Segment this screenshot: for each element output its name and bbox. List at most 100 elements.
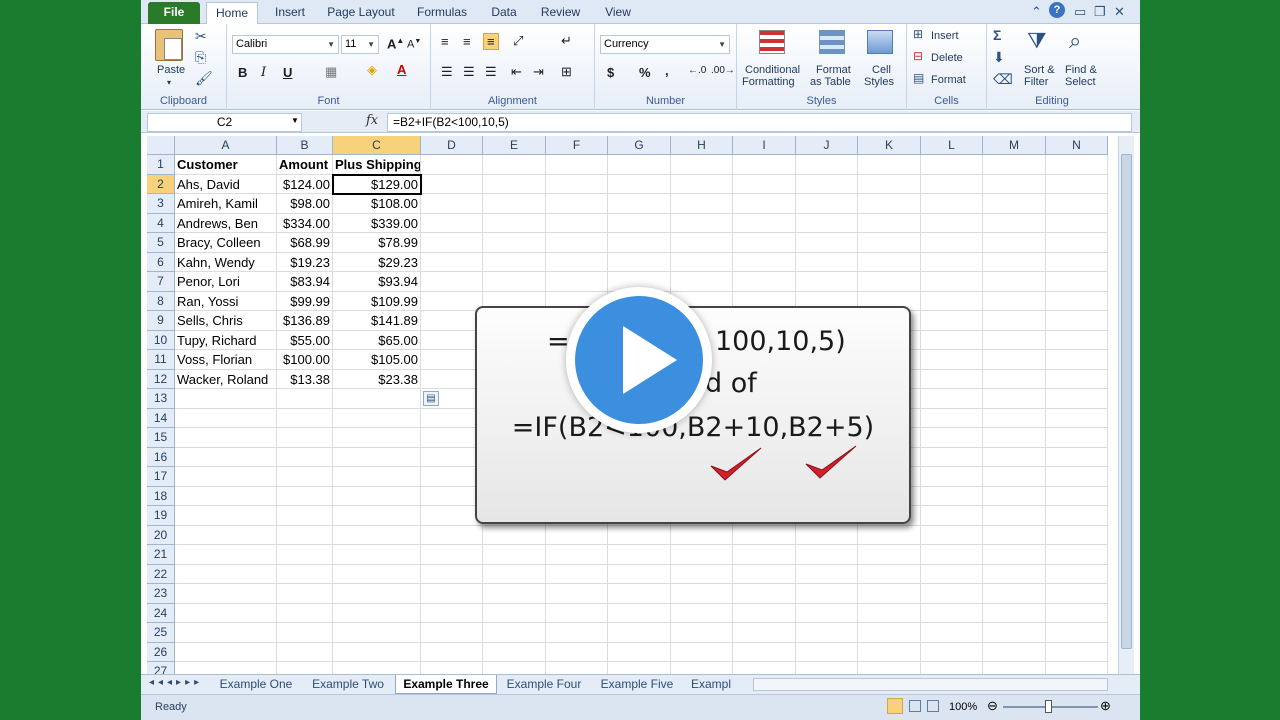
grid-cell[interactable] [921, 486, 983, 506]
decrease-indent-icon[interactable]: ⇤ [511, 64, 522, 80]
grid-cell[interactable]: $99.99 [277, 291, 333, 311]
grid-cell[interactable] [421, 291, 483, 311]
grid-cell[interactable] [333, 408, 421, 428]
grid-cell[interactable] [421, 603, 483, 623]
grid-cell[interactable] [333, 623, 421, 643]
grid-cell[interactable] [333, 603, 421, 623]
orientation-icon[interactable]: ⤢ [513, 33, 523, 49]
grid-cell[interactable] [921, 233, 983, 253]
find-select-label-2[interactable]: Select [1065, 76, 1096, 88]
row-header[interactable]: 13 [147, 389, 175, 409]
name-box[interactable]: C2 [147, 113, 302, 132]
grid-cell[interactable] [983, 389, 1046, 409]
tab-review[interactable]: Review [533, 2, 588, 24]
grid-cell[interactable] [421, 252, 483, 272]
grid-cell[interactable] [921, 428, 983, 448]
grid-cell[interactable] [546, 662, 608, 674]
grid-cell[interactable] [421, 486, 483, 506]
grid-cell[interactable] [421, 369, 483, 389]
grid-cell[interactable] [671, 194, 733, 214]
grid-cell[interactable] [421, 623, 483, 643]
row-header[interactable]: 9 [147, 311, 175, 331]
sheet-tab[interactable]: Example Five [591, 675, 683, 694]
grid-cell[interactable] [983, 486, 1046, 506]
sheet-tab[interactable]: Example Two [301, 675, 395, 694]
column-header[interactable]: F [546, 136, 608, 155]
sheet-nav-icon[interactable]: ◂◂◂▸▸▸ [149, 677, 203, 688]
grid-cell[interactable] [546, 603, 608, 623]
grid-cell[interactable] [921, 623, 983, 643]
bold-button[interactable]: B [238, 65, 247, 80]
grid-cell[interactable]: $108.00 [333, 194, 421, 214]
format-painter-icon[interactable]: 🖌 [195, 70, 213, 87]
grid-cell[interactable] [333, 506, 421, 526]
grid-cell[interactable] [796, 525, 858, 545]
align-right-icon[interactable]: ☰ [485, 64, 497, 80]
grid-cell[interactable]: Kahn, Wendy [175, 252, 277, 272]
grid-cell[interactable] [983, 408, 1046, 428]
grid-cell[interactable] [277, 467, 333, 487]
grid-cell[interactable] [608, 545, 671, 565]
minimize-icon[interactable]: ▭ [1074, 4, 1086, 20]
grid-cell[interactable] [421, 408, 483, 428]
italic-button[interactable]: I [261, 65, 266, 80]
borders-icon[interactable]: ▦ [325, 64, 337, 80]
grid-cell[interactable] [858, 272, 921, 292]
grid-cell[interactable] [333, 584, 421, 604]
grid-cell[interactable] [921, 584, 983, 604]
grid-cell[interactable]: $339.00 [333, 213, 421, 233]
column-header[interactable]: L [921, 136, 983, 155]
grid-cell[interactable] [421, 467, 483, 487]
grid-cell[interactable] [421, 662, 483, 674]
font-size-combo[interactable]: 11 ▼ [341, 35, 379, 54]
grid-cell[interactable] [483, 252, 546, 272]
tab-page-layout[interactable]: Page Layout [321, 2, 401, 24]
grid-cell[interactable] [333, 564, 421, 584]
grid-cell[interactable] [333, 545, 421, 565]
grid-cell[interactable] [608, 623, 671, 643]
grid-cell[interactable]: Amireh, Kamil [175, 194, 277, 214]
grid-cell[interactable] [277, 662, 333, 674]
grid-cell[interactable] [421, 350, 483, 370]
grid-cell[interactable] [671, 233, 733, 253]
grid-cell[interactable] [608, 564, 671, 584]
row-header[interactable]: 11 [147, 350, 175, 370]
grid-cell[interactable] [546, 584, 608, 604]
grid-cell[interactable] [277, 642, 333, 662]
grid-cell[interactable] [983, 428, 1046, 448]
grid-cell[interactable] [671, 272, 733, 292]
grid-cell[interactable] [546, 525, 608, 545]
grid-cell[interactable] [858, 564, 921, 584]
paste-button[interactable]: Paste [157, 64, 185, 76]
grid-cell[interactable] [608, 194, 671, 214]
grid-cell[interactable] [983, 525, 1046, 545]
sheet-tab-active[interactable]: Example Three [395, 675, 497, 694]
grid-cell[interactable] [175, 603, 277, 623]
tab-view[interactable]: View [597, 2, 639, 24]
tab-home[interactable]: Home [206, 2, 258, 24]
grid-cell[interactable] [333, 428, 421, 448]
grid-cell[interactable] [608, 174, 671, 194]
vertical-scrollbar[interactable] [1118, 136, 1134, 674]
grid-cell[interactable] [1046, 603, 1108, 623]
grid-cell[interactable] [733, 213, 796, 233]
grid-cell[interactable] [733, 603, 796, 623]
grid-cell[interactable] [175, 467, 277, 487]
grid-cell[interactable] [983, 291, 1046, 311]
column-header[interactable]: H [671, 136, 733, 155]
grid-cell[interactable] [921, 506, 983, 526]
grid-cell[interactable] [483, 155, 546, 175]
grid-cell[interactable]: Tupy, Richard [175, 330, 277, 350]
grid-cell[interactable] [175, 564, 277, 584]
column-header[interactable]: C [333, 136, 421, 155]
grid-cell[interactable] [1046, 369, 1108, 389]
grid-cell[interactable] [1046, 330, 1108, 350]
grid-cell[interactable] [858, 642, 921, 662]
grid-cell[interactable] [277, 428, 333, 448]
grid-cell[interactable] [175, 642, 277, 662]
grid-cell[interactable] [983, 369, 1046, 389]
row-header[interactable]: 1 [147, 155, 175, 175]
grid-cell[interactable] [333, 662, 421, 674]
grid-cell[interactable] [921, 564, 983, 584]
grid-cell[interactable] [546, 623, 608, 643]
